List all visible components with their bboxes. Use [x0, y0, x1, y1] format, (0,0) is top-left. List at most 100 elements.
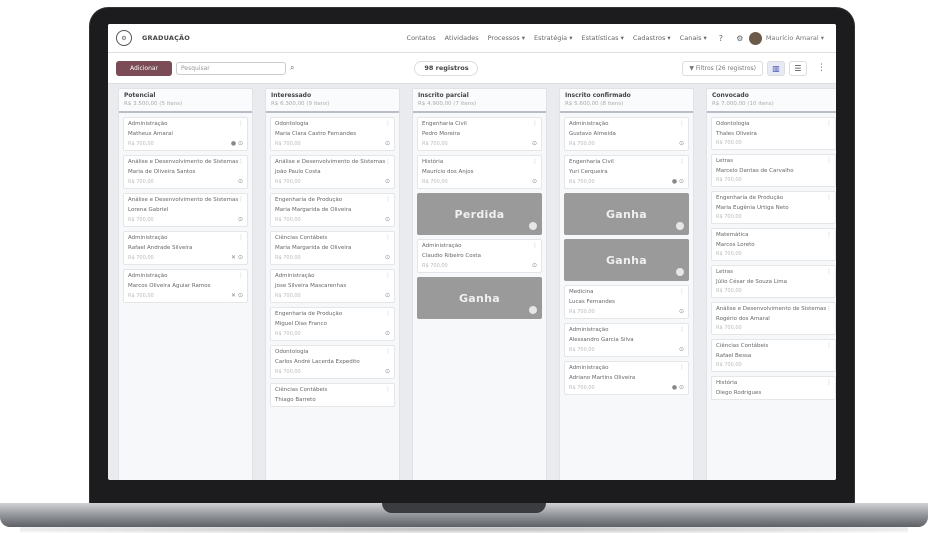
card-menu-icon[interactable]: ⋮ — [826, 157, 832, 164]
list-view-icon[interactable]: ☰ — [789, 60, 807, 76]
nav-links: Contatos Atividades Processos ▾ Estratég… — [407, 33, 745, 43]
card-value: R$ 700,00 — [716, 288, 742, 294]
deal-card[interactable]: ⋮ História Maurício dos Anjos R$ 700,00 ⊙ — [417, 155, 542, 189]
card-menu-icon[interactable]: ⋮ — [385, 234, 391, 241]
card-menu-icon[interactable]: ⋮ — [826, 231, 832, 238]
deal-card[interactable]: ⋮ Engenharia de Produção Miguel Dias Fra… — [270, 307, 395, 341]
kanban-view-icon[interactable]: ▥ — [767, 60, 785, 76]
card-course: Engenharia de Produção — [716, 195, 784, 201]
lost-drop-zone[interactable]: Perdida — [417, 193, 542, 235]
card-menu-icon[interactable]: ⋮ — [826, 268, 832, 275]
deal-card[interactable]: ⋮ Odontologia Thales Oliveira R$ 700,00 — [711, 117, 836, 150]
card-menu-icon[interactable]: ⋮ — [532, 120, 538, 127]
settings-gear-icon[interactable]: ⚙ — [735, 33, 745, 43]
filters-button[interactable]: ▼ Filtros (26 registros) — [682, 60, 763, 76]
deal-card[interactable]: ⋮ Administração Matheus Amaral R$ 700,00… — [123, 117, 248, 151]
won-drop-zone[interactable]: Ganha — [417, 277, 542, 319]
deal-card[interactable]: ⋮ Letras Júlio César de Souza Lima R$ 70… — [711, 265, 836, 298]
brand-title[interactable]: GRADUAÇÃO — [142, 34, 190, 42]
deal-card[interactable]: ⋮ Administração Rafael Andrade Silveira … — [123, 231, 248, 265]
card-menu-icon[interactable]: ⋮ — [385, 386, 391, 393]
deal-card[interactable]: ⋮ Odontologia Maria Clara Castro Fernand… — [270, 117, 395, 151]
card-course: Administração — [569, 327, 609, 333]
card-menu-icon[interactable]: ⋮ — [238, 196, 244, 203]
card-menu-icon[interactable]: ⋮ — [679, 326, 685, 333]
column-total: R$ 3.500,00 (5 itens) — [124, 101, 183, 107]
deal-card[interactable]: ⋮ Análise e Desenvolvimento de Sistemas … — [123, 193, 248, 227]
card-menu-icon[interactable]: ⋮ — [679, 364, 685, 371]
deal-card[interactable]: ⋮ Análise e Desenvolvimento de Sistemas … — [123, 155, 248, 189]
card-value: R$ 700,00 — [569, 140, 595, 147]
deal-card[interactable]: ⋮ Administração Jose Silveira Mascarenha… — [270, 269, 395, 303]
card-contact: Marcos Oliveira Aguiar Ramos — [128, 283, 211, 289]
card-course: Engenharia Civil — [422, 121, 467, 127]
card-contact: Miguel Dias Franco — [275, 321, 327, 327]
deal-card[interactable]: ⋮ Ciências Contábeis Thiago Barreto — [270, 383, 395, 407]
card-menu-icon[interactable]: ⋮ — [238, 158, 244, 165]
nav-link-estrategia[interactable]: Estratégia ▾ — [534, 34, 573, 42]
card-menu-icon[interactable]: ⋮ — [385, 310, 391, 317]
card-menu-icon[interactable]: ⋮ — [385, 158, 391, 165]
deal-card[interactable]: ⋮ Análise e Desenvolvimento de Sistemas … — [711, 302, 836, 335]
card-menu-icon[interactable]: ⋮ — [238, 272, 244, 279]
card-menu-icon[interactable]: ⋮ — [532, 158, 538, 165]
nav-link-contatos[interactable]: Contatos — [407, 34, 436, 42]
card-menu-icon[interactable]: ⋮ — [679, 288, 685, 295]
deal-card[interactable]: ⋮ Odontologia Carlos André Lacerda Exped… — [270, 345, 395, 379]
deal-card[interactable]: ⋮ Engenharia de Produção Maria Eugênia U… — [711, 191, 836, 224]
card-menu-icon[interactable]: ⋮ — [826, 379, 832, 386]
user-avatar[interactable] — [748, 31, 762, 45]
add-button[interactable]: Adicionar — [116, 60, 172, 76]
deal-card[interactable]: ⋮ Administração Gustavo Almeida R$ 700,0… — [564, 117, 689, 151]
nav-link-processos[interactable]: Processos ▾ — [488, 34, 525, 42]
deal-card[interactable]: ⋮ Letras Marcelo Dantas de Carvalho R$ 7… — [711, 154, 836, 187]
card-menu-icon[interactable]: ⋮ — [826, 342, 832, 349]
nav-link-cadastros[interactable]: Cadastros ▾ — [633, 34, 671, 42]
laptop-notch — [382, 503, 546, 513]
deal-card[interactable]: ⋮ Administração Alessandro Garcia Silva … — [564, 323, 689, 357]
deal-card[interactable]: ⋮ Medicina Lucas Fernandes R$ 700,00 ⊙ — [564, 285, 689, 319]
card-menu-icon[interactable]: ⋮ — [826, 305, 832, 312]
kanban-board: Potencial R$ 3.500,00 (5 itens) ⋮ Admini… — [118, 88, 836, 480]
deal-card[interactable]: ⋮ Ciências Contábeis Rafael Bessa R$ 700… — [711, 339, 836, 372]
help-icon[interactable]: ? — [716, 33, 726, 43]
deal-card[interactable]: ⋮ História Diego Rodrigues — [711, 376, 836, 400]
nav-link-atividades[interactable]: Atividades — [445, 34, 479, 42]
card-contact: Matheus Amaral — [128, 131, 173, 137]
logo-icon[interactable]: ⚙ — [116, 30, 132, 46]
deal-card[interactable]: ⋮ Engenharia Civil Yuri Cerqueira R$ 700… — [564, 155, 689, 189]
deal-card[interactable]: ⋮ Administração Marcos Oliveira Aguiar R… — [123, 269, 248, 303]
deal-card[interactable]: ⋮ Engenharia de Produção Maria Margarida… — [270, 193, 395, 227]
card-menu-icon[interactable]: ⋮ — [679, 120, 685, 127]
deal-card[interactable]: ⋮ Engenharia Civil Pedro Moreira R$ 700,… — [417, 117, 542, 151]
card-menu-icon[interactable]: ⋮ — [385, 196, 391, 203]
card-menu-icon[interactable]: ⋮ — [385, 348, 391, 355]
card-menu-icon[interactable]: ⋮ — [679, 158, 685, 165]
deal-card[interactable]: ⋮ Administração Claudio Ribeiro Costa R$… — [417, 239, 542, 273]
card-menu-icon[interactable]: ⋮ — [385, 120, 391, 127]
won-drop-zone[interactable]: Ganha — [564, 193, 689, 235]
card-menu-icon[interactable]: ⋮ — [238, 234, 244, 241]
nav-link-canais[interactable]: Canais ▾ — [680, 34, 707, 42]
won-drop-zone[interactable]: Ganha — [564, 239, 689, 281]
user-menu[interactable]: Maurício Amaral ▾ — [766, 34, 824, 42]
card-menu-icon[interactable]: ⋮ — [385, 272, 391, 279]
deal-card[interactable]: ⋮ Análise e Desenvolvimento de Sistemas … — [270, 155, 395, 189]
card-menu-icon[interactable]: ⋮ — [532, 242, 538, 249]
card-course: Odontologia — [716, 121, 750, 127]
card-course: Odontologia — [275, 349, 309, 355]
deal-card[interactable]: ⋮ Administração Adriano Martins Oliveira… — [564, 361, 689, 395]
deal-card[interactable]: ⋮ Matemática Marcos Loreto R$ 700,00 — [711, 228, 836, 261]
deal-card[interactable]: ⋮ Ciências Contábeis Maria Margarida de … — [270, 231, 395, 265]
nav-link-estatisticas[interactable]: Estatísticas ▾ — [581, 34, 623, 42]
card-status-icons: ⊙ — [384, 178, 390, 185]
more-options-icon[interactable]: ⋮ — [817, 63, 826, 73]
search-icon[interactable]: ⌕ — [290, 63, 294, 73]
card-contact: Gustavo Almeida — [569, 131, 616, 137]
card-menu-icon[interactable]: ⋮ — [826, 120, 832, 127]
search-input[interactable]: Pesquisar — [176, 61, 286, 75]
card-course: Administração — [569, 365, 609, 371]
card-course: Ciências Contábeis — [716, 343, 769, 349]
card-menu-icon[interactable]: ⋮ — [238, 120, 244, 127]
card-menu-icon[interactable]: ⋮ — [826, 194, 832, 201]
